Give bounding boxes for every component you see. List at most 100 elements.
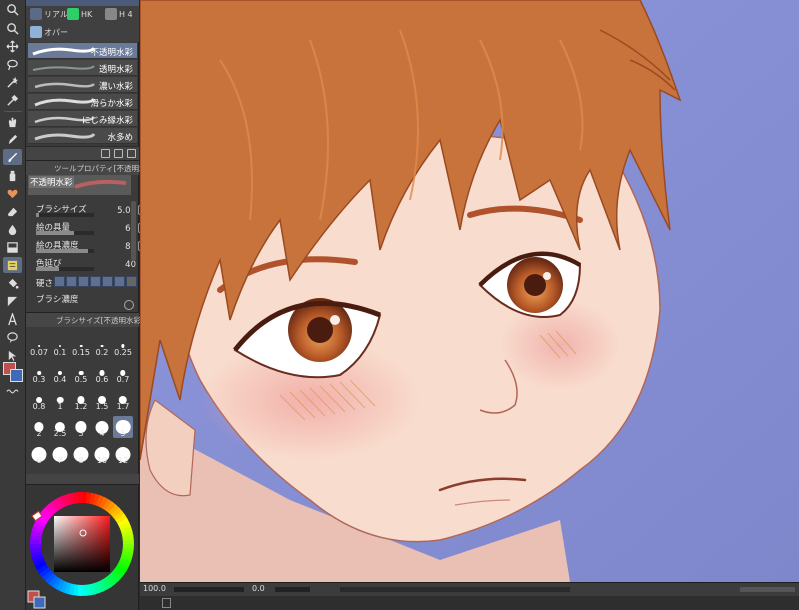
hardness-level[interactable] xyxy=(126,276,137,287)
brush-item-bleed-edge-watercolor[interactable]: にじみ縁水彩 xyxy=(28,111,137,127)
copy-subtool-icon[interactable] xyxy=(114,149,123,158)
color-stretch-slider[interactable] xyxy=(36,267,94,271)
brush-size-option[interactable]: 0.8 xyxy=(29,389,49,411)
brush-size-option[interactable]: 8 xyxy=(71,443,91,465)
hue-segment[interactable] xyxy=(77,492,83,504)
brush-stroke-preview xyxy=(34,133,96,141)
brush-stroke-preview xyxy=(32,65,95,71)
brush-size-option[interactable]: 4 xyxy=(92,416,112,438)
brush-size-dot xyxy=(58,344,62,348)
transparent-color-icon[interactable] xyxy=(3,383,22,399)
tab-real[interactable]: リアル xyxy=(28,6,70,22)
move-tool-icon[interactable] xyxy=(3,38,22,54)
hand-tool-icon[interactable] xyxy=(3,113,22,129)
hardness-level[interactable] xyxy=(66,276,77,287)
pen-tool-icon[interactable] xyxy=(3,131,22,147)
sub-tool-footer xyxy=(26,146,139,160)
color-wheel[interactable] xyxy=(26,485,139,610)
brush-size-option[interactable]: 3 xyxy=(71,416,91,438)
hardness-level[interactable] xyxy=(114,276,125,287)
brush-stroke-preview xyxy=(32,47,96,56)
brush-size-option[interactable]: 7 xyxy=(50,443,70,465)
brush-size-option[interactable]: 5 xyxy=(113,416,133,438)
zoom-property-icon[interactable] xyxy=(124,300,134,310)
brush-size-option[interactable]: 10 xyxy=(92,443,112,465)
brush-size-option[interactable]: 0.25 xyxy=(113,335,133,357)
prop-paint-density[interactable]: 絵の具濃度 89 xyxy=(26,237,156,257)
brush-size-option[interactable]: 0.3 xyxy=(29,362,49,384)
paint-density-slider[interactable] xyxy=(36,249,94,253)
delete-subtool-icon[interactable] xyxy=(127,149,136,158)
blend-tool-icon[interactable] xyxy=(3,221,22,237)
brush-tool-icon[interactable] xyxy=(3,149,22,165)
airbrush-tool-icon[interactable] xyxy=(3,167,22,183)
rotation-slider[interactable] xyxy=(275,587,310,592)
add-subtool-icon[interactable] xyxy=(101,149,110,158)
prop-brush-density[interactable]: ブラシ濃度 xyxy=(26,291,156,311)
canvas[interactable] xyxy=(140,0,799,582)
zoom-value[interactable]: 100.0 xyxy=(143,584,166,593)
brush-size-title: ブラシサイズ[不透明水彩] xyxy=(56,316,144,325)
brush-size-option[interactable]: 1 xyxy=(50,389,70,411)
brush-size-label: 3 xyxy=(78,429,84,438)
brush-size-option[interactable]: 12 xyxy=(113,443,133,465)
eyedropper-icon[interactable] xyxy=(3,92,22,108)
prop-brush-size[interactable]: ブラシサイズ 5.00 xyxy=(26,201,156,221)
decoration-tool-icon[interactable] xyxy=(3,185,22,201)
h4-brush-icon xyxy=(105,8,117,20)
brush-size-option[interactable]: 0.07 xyxy=(29,335,49,357)
hardness-level[interactable] xyxy=(54,276,65,287)
prop-paint-amount[interactable]: 絵の具量 65 xyxy=(26,219,156,239)
brush-size-option[interactable]: 0.15 xyxy=(71,335,91,357)
brush-size-option[interactable]: 6 xyxy=(29,443,49,465)
bucket-tool-icon[interactable] xyxy=(3,275,22,291)
operation-tool-icon[interactable] xyxy=(3,347,22,363)
tab-opaque[interactable]: オパー xyxy=(28,24,70,40)
brush-size-option[interactable]: 0.7 xyxy=(113,362,133,384)
magic-wand-icon[interactable] xyxy=(3,74,22,90)
zoom-tool-icon[interactable] xyxy=(3,1,22,17)
brush-size-slider[interactable] xyxy=(36,213,94,217)
tab-hk[interactable]: HK xyxy=(65,6,94,22)
tab-h4[interactable]: H 4 xyxy=(103,6,135,22)
brush-item-opaque-watercolor[interactable]: 不透明水彩 xyxy=(28,43,137,59)
hardness-level[interactable] xyxy=(78,276,89,287)
brush-item-dark-watercolor[interactable]: 濃い水彩 xyxy=(28,77,137,93)
panel-sub-color-swatch[interactable] xyxy=(33,596,46,609)
brush-size-option[interactable]: 1.2 xyxy=(71,389,91,411)
fill-tool-icon[interactable] xyxy=(3,239,22,255)
hardness-level[interactable] xyxy=(90,276,101,287)
zoom-slider[interactable] xyxy=(174,587,244,592)
layer-panel-handle-icon[interactable] xyxy=(162,598,171,608)
rotation-value[interactable]: 0.0 xyxy=(252,584,265,593)
canvas-navigator-track[interactable] xyxy=(340,587,570,592)
brush-size-option[interactable]: 2.5 xyxy=(50,416,70,438)
figure-tool-icon[interactable] xyxy=(3,293,22,309)
eraser-tool-icon[interactable] xyxy=(3,203,22,219)
tool-property-panel: ツールプロパティ[不透明水彩] 不透明水彩 ブラシサイズ 5.00 絵の具量 6… xyxy=(26,160,157,312)
zoom-out-tool-icon[interactable] xyxy=(3,20,22,36)
hardness-level[interactable] xyxy=(102,276,113,287)
brush-size-label: 1.2 xyxy=(74,402,88,411)
brush-size-option[interactable]: 2 xyxy=(29,416,49,438)
text-tool-icon[interactable] xyxy=(3,311,22,327)
brush-size-option[interactable]: 0.4 xyxy=(50,362,70,384)
horizontal-scrollbar[interactable] xyxy=(740,587,795,592)
brush-size-option[interactable]: 0.6 xyxy=(92,362,112,384)
sub-color-swatch[interactable] xyxy=(10,369,23,382)
brush-size-option[interactable]: 1.5 xyxy=(92,389,112,411)
lasso-tool-icon[interactable] xyxy=(3,56,22,72)
brush-item-watery[interactable]: 水多め xyxy=(28,128,137,144)
brush-size-dot xyxy=(100,344,104,348)
brush-size-option[interactable]: 0.1 xyxy=(50,335,70,357)
balloon-tool-icon[interactable] xyxy=(3,329,22,345)
brush-size-option[interactable]: 1.7 xyxy=(113,389,133,411)
gradient-tool-icon[interactable] xyxy=(3,257,22,273)
brush-size-option[interactable]: 0.5 xyxy=(71,362,91,384)
brush-size-option[interactable]: 0.2 xyxy=(92,335,112,357)
paint-amount-slider[interactable] xyxy=(36,231,94,235)
brush-item-transparent-watercolor[interactable]: 透明水彩 xyxy=(28,60,137,76)
brush-item-smooth-watercolor[interactable]: 滑らか水彩 xyxy=(28,94,137,110)
tool-property-scrollbar[interactable] xyxy=(131,201,136,261)
prop-color-stretch[interactable]: 色延び 40 xyxy=(26,255,156,275)
